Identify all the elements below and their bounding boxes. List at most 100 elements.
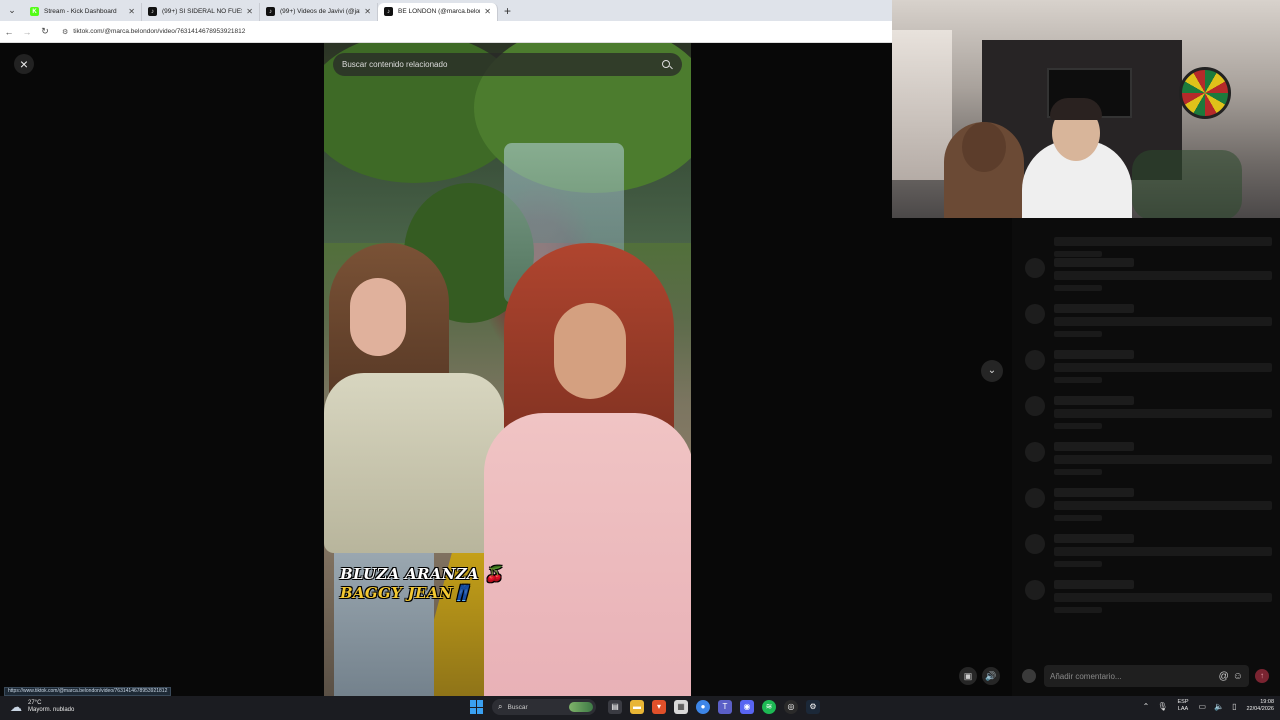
- comment-avatar-placeholder: [1025, 350, 1045, 370]
- windows-start-icon[interactable]: [470, 700, 484, 714]
- comment-avatar-placeholder: [1025, 396, 1045, 416]
- related-search-bar[interactable]: Buscar contenido relacionado: [333, 53, 682, 76]
- comment-placeholder: Añadir comentario...: [1050, 671, 1122, 681]
- tab-label: BE LONDON (@marca.belondon: [398, 8, 480, 15]
- person-right: [484, 243, 691, 696]
- comment-skeleton-row: [1022, 488, 1272, 534]
- comment-skeleton-row: [1022, 304, 1272, 350]
- caption-line-2: BAGGY JEAN👖: [340, 584, 472, 602]
- taskbar-apps: ⌕ Buscar ▤ ▬ ▾ ▦ ● T ◉ ≋ ◎ ⚙: [470, 699, 824, 715]
- comment-skeleton-row: [1022, 396, 1272, 442]
- search-icon: ⌕: [498, 702, 503, 711]
- site-info-icon[interactable]: ⚙: [62, 28, 68, 36]
- comment-input[interactable]: Añadir comentario... @ ☺: [1044, 665, 1249, 687]
- tab-list: K Stream - Kick Dashboard ✕ ♪ (99+) SI SIDER…: [24, 1, 498, 21]
- back-arrow-icon[interactable]: ←: [0, 27, 18, 37]
- tab-label: (99+) Videos de Javivi (@javivit: [280, 8, 360, 15]
- close-icon[interactable]: ×: [14, 54, 34, 74]
- comment-skeleton-row: [1022, 258, 1272, 304]
- new-tab-icon[interactable]: +: [504, 4, 511, 18]
- comment-skeleton-row: [1022, 350, 1272, 396]
- browser-tab[interactable]: ♪ (99+) Videos de Javivi (@javivit ✕: [260, 2, 378, 21]
- url-field[interactable]: ⚙ tiktok.com/@marca.belondon/video/76314…: [62, 28, 245, 36]
- system-tray: ⌃ 🎙 ESP LAA ▭ 🔈 ▯ 19:08 22/04/2026: [1139, 699, 1274, 713]
- status-bar-link: https://www.tiktok.com/@marca.belondon/v…: [4, 687, 172, 696]
- browser-tab-bar: ⌄ K Stream - Kick Dashboard ✕ ♪ (99+) SI SID…: [0, 0, 892, 21]
- keyboard-layout: LAA: [1177, 706, 1189, 712]
- reload-icon[interactable]: ↻: [36, 26, 54, 37]
- video-player[interactable]: BLUZA ARANZA 🍒 BAGGY JEAN👖 Buscar conten…: [324, 43, 691, 696]
- comments-panel: [1012, 218, 1280, 696]
- file-explorer-icon[interactable]: ▬: [630, 700, 644, 714]
- tab-favicon-icon: K: [30, 7, 39, 16]
- tab-label: (99+) SI SIDERAL NO FUESE TAN: [162, 8, 242, 15]
- microphone-icon[interactable]: 🎙: [1157, 702, 1167, 711]
- browser-tab[interactable]: ♪ BE LONDON (@marca.belondon ✕: [378, 2, 498, 21]
- cloud-icon: ☁: [10, 700, 22, 714]
- notepad-icon[interactable]: ▦: [674, 700, 688, 714]
- roulette-wheel-image: [1179, 67, 1231, 119]
- related-search-placeholder: Buscar contenido relacionado: [342, 60, 448, 69]
- clock[interactable]: 19:08 22/04/2026: [1246, 699, 1274, 713]
- brave-browser-icon[interactable]: ▾: [652, 700, 666, 714]
- network-icon[interactable]: ▭: [1199, 702, 1207, 711]
- tab-search-chevron-icon[interactable]: ⌄: [0, 5, 24, 16]
- steam-icon[interactable]: ⚙: [806, 700, 820, 714]
- forward-arrow-icon[interactable]: →: [18, 27, 36, 37]
- search-icon[interactable]: [661, 59, 673, 71]
- clock-time: 19:08: [1260, 699, 1274, 705]
- send-comment-button[interactable]: ↑: [1255, 669, 1269, 683]
- video-caption: BLUZA ARANZA 🍒 BAGGY JEAN👖: [340, 565, 503, 602]
- floating-player-icon[interactable]: ▣: [959, 667, 977, 685]
- spotify-icon[interactable]: ≋: [762, 700, 776, 714]
- comment-input-row: Añadir comentario... @ ☺ ↑: [1012, 662, 1280, 690]
- close-tab-icon[interactable]: ✕: [128, 7, 135, 16]
- comment-avatar-placeholder: [1025, 534, 1045, 554]
- speaker-icon[interactable]: 🔈: [1214, 702, 1224, 711]
- tiktok-video-page: × BLUZA ARANZA 🍒 BAGGY JEAN👖 Buscar cont…: [0, 43, 1012, 696]
- close-tab-icon[interactable]: ✕: [246, 7, 253, 16]
- comment-skeleton-row: [1022, 442, 1272, 488]
- clock-date: 22/04/2026: [1246, 706, 1274, 712]
- tab-favicon-icon: ♪: [266, 7, 275, 16]
- comment-avatar-placeholder: [1025, 580, 1045, 600]
- weather-temp: 27°C: [28, 700, 42, 706]
- chrome-icon[interactable]: ●: [696, 700, 710, 714]
- tab-favicon-icon: ♪: [148, 7, 157, 16]
- comment-avatar-placeholder: [1025, 442, 1045, 462]
- next-video-chevron-down-icon[interactable]: ⌄: [981, 360, 1003, 382]
- user-avatar: [1022, 669, 1036, 683]
- browser-tab[interactable]: ♪ (99+) SI SIDERAL NO FUESE TAN ✕: [142, 2, 260, 21]
- comment-avatar-placeholder: [1025, 304, 1045, 324]
- comment-skeleton-row: [1022, 580, 1272, 626]
- volume-icon[interactable]: 🔊: [982, 667, 1000, 685]
- webcam-overlay: [892, 0, 1280, 218]
- emoji-icon[interactable]: ☺: [1233, 671, 1243, 682]
- battery-icon[interactable]: ▯: [1232, 702, 1236, 711]
- chevron-up-icon[interactable]: ⌃: [1143, 702, 1150, 711]
- comment-skeleton-row: [1022, 534, 1272, 580]
- url-text: tiktok.com/@marca.belondon/video/7631414…: [73, 28, 246, 35]
- close-tab-icon[interactable]: ✕: [364, 7, 371, 16]
- task-view-icon[interactable]: ▤: [608, 700, 622, 714]
- taskbar-search-label: Buscar: [507, 703, 528, 711]
- mention-icon[interactable]: @: [1219, 671, 1229, 682]
- discord-icon[interactable]: ◉: [740, 700, 754, 714]
- weather-widget[interactable]: ☁ 27°C Mayorm. nublado: [10, 700, 74, 714]
- tab-label: Stream - Kick Dashboard: [44, 8, 117, 15]
- tab-favicon-icon: ♪: [384, 7, 393, 16]
- obs-icon[interactable]: ◎: [784, 700, 798, 714]
- browser-tab[interactable]: K Stream - Kick Dashboard ✕: [24, 2, 142, 21]
- weather-desc: Mayorm. nublado: [28, 707, 75, 713]
- close-tab-icon[interactable]: ✕: [484, 7, 491, 16]
- comment-avatar-placeholder: [1025, 258, 1045, 278]
- language-indicator[interactable]: ESP LAA: [1178, 699, 1189, 713]
- language-code: ESP: [1177, 699, 1189, 705]
- caption-line-1: BLUZA ARANZA 🍒: [340, 565, 504, 583]
- windows-taskbar: ☁ 27°C Mayorm. nublado ⌕ Buscar ▤ ▬ ▾ ▦ …: [0, 696, 1280, 720]
- browser-address-bar: ← → ↻ ⚙ tiktok.com/@marca.belondon/video…: [0, 21, 892, 43]
- screen: ⌄ K Stream - Kick Dashboard ✕ ♪ (99+) SI SID…: [0, 0, 1280, 720]
- teams-icon[interactable]: T: [718, 700, 732, 714]
- taskbar-search[interactable]: ⌕ Buscar: [492, 699, 596, 715]
- comment-avatar-placeholder: [1025, 488, 1045, 508]
